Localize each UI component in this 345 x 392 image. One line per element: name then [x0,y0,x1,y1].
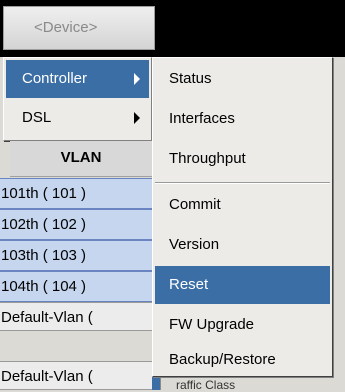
menu-item-label: Commit [169,196,221,213]
menu-item-fw-upgrade[interactable]: FW Upgrade [155,306,330,344]
menu-item-label: Version [169,236,220,253]
menu-item-backup-restore[interactable]: Backup/Restore [155,341,330,379]
menu-item-version[interactable]: Version [155,226,330,264]
menu-item-label: FW Upgrade [169,316,255,333]
menu-item-label: Status [169,70,212,87]
chevron-right-icon [134,73,140,85]
controller-context-menu: Status Interfaces Throughput Commit Vers… [152,57,333,377]
vlan-row[interactable]: 103th ( 103 ) [0,240,152,271]
menu-item-status[interactable]: Status [155,60,330,98]
menu-item-interfaces[interactable]: Interfaces [155,100,330,138]
vlan-row[interactable]: 102th ( 102 ) [0,209,152,240]
vlan-column-header[interactable]: VLAN [10,141,152,177]
menu-item-label: Reset [169,276,209,293]
device-submenu: Controller DSL [3,57,152,141]
menu-item-commit[interactable]: Commit [155,186,330,224]
menu-item-label: Interfaces [169,110,235,127]
submenu-item-label: DSL [22,109,52,126]
menu-item-label: Throughput [169,150,246,167]
submenu-item-label: Controller [22,70,88,87]
menu-separator [155,182,330,184]
submenu-item-dsl[interactable]: DSL [6,99,149,137]
menu-item-throughput[interactable]: Throughput [155,140,330,178]
submenu-item-controller[interactable]: Controller [6,60,149,98]
device-button[interactable]: <Device> [3,6,155,50]
menu-item-label: Backup/Restore [169,351,276,368]
vlan-row[interactable]: Default-Vlan ( [0,361,152,390]
vlan-row[interactable]: Default-Vlan ( [0,302,152,331]
vlan-row[interactable]: 104th ( 104 ) [0,271,152,302]
menu-item-reset[interactable]: Reset [155,266,330,304]
vlan-row[interactable]: 101th ( 101 ) [0,178,152,209]
chevron-right-icon [134,112,140,124]
